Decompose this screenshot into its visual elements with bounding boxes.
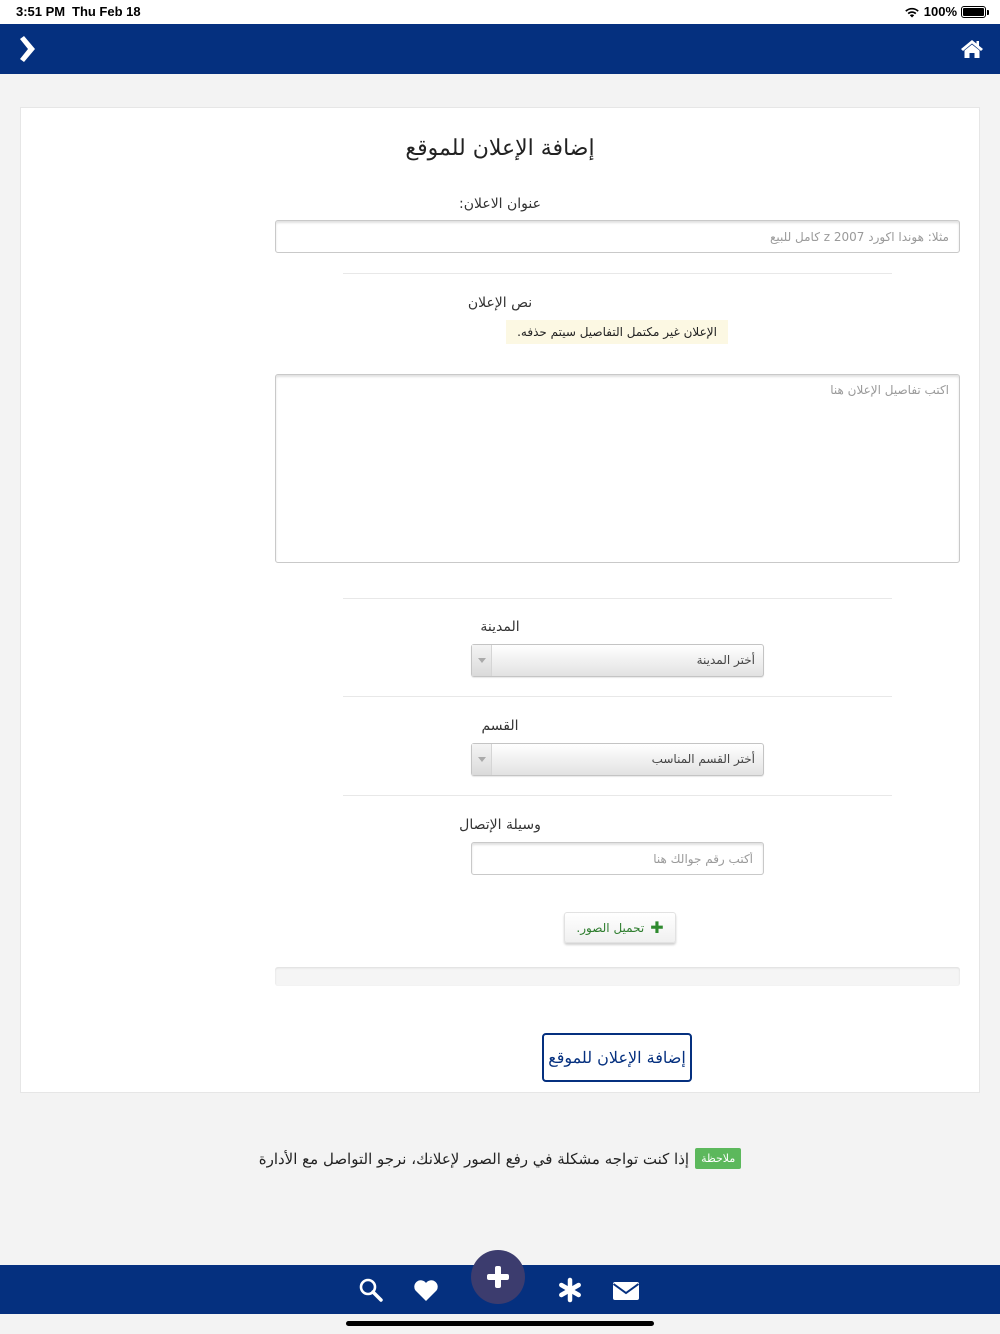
form-card: [20, 107, 980, 1093]
add-ad-fab[interactable]: [471, 1250, 525, 1304]
ad-title-input[interactable]: [275, 220, 960, 253]
ad-text-textarea[interactable]: [275, 374, 960, 563]
contact-label: وسيلة الإتصال: [459, 817, 541, 833]
status-bar: 3:51 PM Thu Feb 18 100%: [0, 0, 1000, 24]
status-time: 3:51 PM: [16, 4, 66, 19]
divider: [343, 795, 892, 796]
search-icon[interactable]: [357, 1276, 385, 1304]
chevron-right-icon[interactable]: [14, 36, 38, 62]
category-select[interactable]: أختر القسم المناسب: [471, 743, 764, 776]
divider: [343, 696, 892, 697]
dropdown-arrow-icon: [472, 744, 492, 775]
status-date: Thu Feb 18: [72, 4, 141, 19]
contact-input[interactable]: [471, 842, 764, 875]
incomplete-ad-warning: الإعلان غير مكتمل التفاصيل سيتم حذفه.: [506, 320, 728, 344]
submit-ad-button[interactable]: إضافة الإعلان للموقع: [542, 1033, 692, 1082]
divider: [343, 273, 892, 274]
upload-note: ملاحظة إذا كنت تواجه مشكلة في رفع الصور …: [0, 1148, 1000, 1169]
asterisk-icon[interactable]: [556, 1276, 584, 1304]
top-nav-bar: [0, 24, 1000, 74]
upload-images-button[interactable]: ✚ تحميل الصور.: [564, 912, 676, 943]
note-badge: ملاحظة: [695, 1148, 742, 1169]
battery-icon: [961, 5, 989, 18]
plus-icon: [487, 1266, 509, 1288]
page-title: إضافة الإعلان للموقع: [405, 136, 595, 161]
envelope-icon[interactable]: [611, 1276, 641, 1304]
ad-title-label: عنوان الاعلان:: [458, 196, 541, 212]
city-selected-value: أختر المدينة: [696, 653, 755, 667]
plus-icon: ✚: [650, 918, 664, 937]
battery-percent: 100%: [923, 4, 957, 19]
dropdown-arrow-icon: [472, 645, 492, 676]
category-selected-value: أختر القسم المناسب: [651, 752, 755, 766]
note-text: إذا كنت تواجه مشكلة في رفع الصور لإعلانك…: [258, 1149, 690, 1168]
wifi-icon: [904, 7, 919, 17]
ad-text-label: نص الإعلان: [467, 295, 533, 311]
heart-icon[interactable]: [412, 1276, 440, 1304]
home-indicator: [346, 1321, 654, 1326]
category-label: القسم: [481, 718, 519, 734]
upload-progress-bar: [275, 967, 960, 986]
home-icon[interactable]: [960, 37, 984, 61]
upload-images-label: تحميل الصور.: [576, 920, 645, 935]
city-select[interactable]: أختر المدينة: [471, 644, 764, 677]
city-label: المدينة: [480, 619, 520, 635]
divider: [343, 598, 892, 599]
status-right: 100%: [904, 4, 989, 19]
